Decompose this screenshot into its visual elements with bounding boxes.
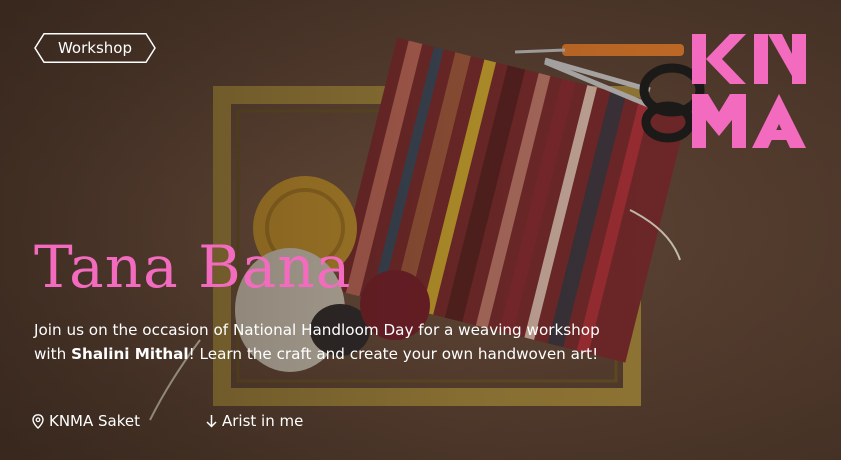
arrow-down-icon xyxy=(206,415,217,428)
artist-link-label: Arist in me xyxy=(222,412,304,430)
event-banner[interactable]: Workshop Tana Bana Join us on the occasi… xyxy=(0,0,841,460)
location-info[interactable]: KNMA Saket xyxy=(32,411,140,431)
description-text-end: ! Learn the craft and create your own ha… xyxy=(188,345,599,363)
artist-name: Shalini Mithal xyxy=(71,345,189,363)
event-description: Join us on the occasion of National Hand… xyxy=(34,318,634,366)
category-tag[interactable]: Workshop xyxy=(34,33,156,63)
event-title: Tana Bana xyxy=(34,233,352,301)
tag-label: Workshop xyxy=(57,39,132,57)
artist-link[interactable]: Arist in me xyxy=(206,411,303,431)
map-pin-icon xyxy=(32,413,44,429)
location-label: KNMA Saket xyxy=(49,412,141,430)
knma-logo[interactable] xyxy=(690,32,810,150)
